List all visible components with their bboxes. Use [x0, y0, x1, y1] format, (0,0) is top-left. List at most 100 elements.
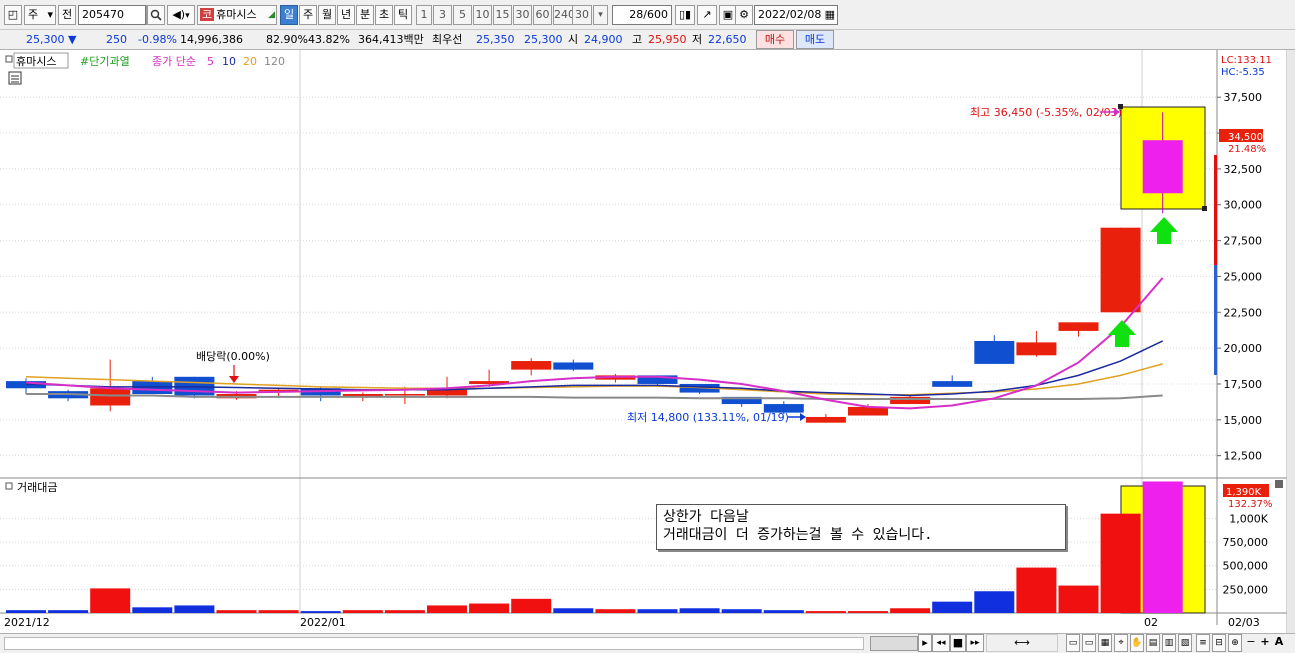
amount-bar[interactable]: [469, 603, 510, 613]
chart-icon[interactable]: ▤: [1146, 634, 1160, 652]
amount-bar[interactable]: [763, 610, 804, 613]
period-type-select[interactable]: 주 ▾: [24, 5, 56, 25]
crosshair-icon[interactable]: ⊕: [1228, 634, 1242, 652]
stack-icon[interactable]: ≡: [1196, 634, 1210, 652]
candle-body[interactable]: [1058, 322, 1099, 331]
hand-icon[interactable]: ✋: [1130, 634, 1144, 652]
amount-bar[interactable]: [890, 608, 931, 613]
interval-button[interactable]: 초: [375, 5, 393, 25]
minute-step-button[interactable]: 30: [513, 5, 532, 25]
amount-bar[interactable]: [174, 605, 215, 613]
amount-bar[interactable]: [132, 607, 173, 613]
gear-icon[interactable]: ⚙: [735, 5, 753, 25]
minute-step-button[interactable]: 10: [473, 5, 492, 25]
buy-button[interactable]: 매수: [756, 30, 794, 49]
close-panel-icon[interactable]: [1275, 480, 1283, 488]
horizontal-scrollbar[interactable]: [4, 637, 864, 650]
view-range-field[interactable]: 28/600: [612, 5, 672, 25]
interval-button[interactable]: 월: [318, 5, 336, 25]
candle-body[interactable]: [553, 362, 594, 370]
scrollbar-thumb[interactable]: [870, 636, 918, 651]
legend-ma10[interactable]: 10: [222, 55, 236, 68]
sound-icon[interactable]: ◀)▾: [167, 5, 195, 25]
zoom-in-button[interactable]: +: [1258, 634, 1272, 652]
fit-icon[interactable]: ⊟: [1212, 634, 1226, 652]
interval-button[interactable]: 일: [280, 5, 298, 25]
amount-bar[interactable]: [1016, 567, 1057, 613]
minute-step-button[interactable]: 3: [433, 5, 452, 25]
amount-bar[interactable]: [258, 610, 299, 613]
amount-bar[interactable]: [595, 609, 636, 613]
amount-bar[interactable]: [932, 601, 973, 613]
candle-icon[interactable]: ▯▮: [675, 5, 695, 25]
amount-bar[interactable]: [342, 610, 383, 613]
period-count-button[interactable]: 30: [572, 5, 592, 25]
amount-bar[interactable]: [721, 609, 762, 613]
chart-note[interactable]: 상한가 다음날 거래대금이 더 증가하는걸 볼 수 있습니다.: [656, 504, 1066, 550]
chart-icon[interactable]: ▥: [1162, 634, 1176, 652]
search-icon[interactable]: [147, 5, 165, 25]
amount-bar[interactable]: [553, 608, 594, 613]
font-size-button[interactable]: A: [1272, 634, 1286, 652]
amount-bar[interactable]: [6, 610, 46, 613]
resize-handle[interactable]: [1202, 206, 1207, 211]
amount-bar[interactable]: [300, 611, 341, 613]
candle-body[interactable]: [932, 381, 973, 387]
amount-bar[interactable]: [974, 591, 1015, 613]
layout-icon[interactable]: ▭: [1082, 634, 1096, 652]
amount-bar[interactable]: [805, 611, 846, 613]
amount-bar[interactable]: [90, 588, 131, 613]
minute-step-button[interactable]: 5: [453, 5, 472, 25]
prev-button[interactable]: 전: [58, 5, 76, 25]
tools-icon[interactable]: ↗: [697, 5, 717, 25]
interval-button[interactable]: 주: [299, 5, 317, 25]
chart-icon[interactable]: ▧: [1178, 634, 1192, 652]
date-field[interactable]: 2022/02/08 ▦: [754, 5, 838, 25]
zoom-slider[interactable]: ⟷: [986, 634, 1058, 652]
layout-icon[interactable]: ◰: [4, 5, 22, 25]
grid-icon[interactable]: ▦: [1098, 634, 1112, 652]
amount-bar[interactable]: [1142, 481, 1183, 613]
stock-code-input[interactable]: 205470: [78, 5, 146, 25]
layout-icon[interactable]: ▭: [1066, 634, 1080, 652]
candle-body[interactable]: [1142, 140, 1183, 194]
amount-bar[interactable]: [48, 610, 89, 613]
amount-bar[interactable]: [848, 611, 888, 613]
candle-body[interactable]: [890, 396, 931, 405]
stock-name-select[interactable]: 코 휴마시스 ◢: [197, 5, 277, 25]
legend-name[interactable]: 휴마시스: [16, 55, 56, 68]
price-chart[interactable]: 37,50035,00032,50030,00027,50025,00022,5…: [0, 50, 1295, 633]
minute-step-button[interactable]: 15: [493, 5, 512, 25]
legend-ma5[interactable]: 5: [207, 55, 214, 68]
candle-body[interactable]: [974, 340, 1015, 364]
chevron-down-icon[interactable]: ▾: [593, 5, 608, 25]
amount-bar[interactable]: [511, 598, 552, 613]
interval-button[interactable]: 분: [356, 5, 374, 25]
candle-body[interactable]: [1016, 342, 1057, 356]
amount-bar[interactable]: [384, 610, 425, 613]
amount-bar[interactable]: [679, 608, 720, 613]
interval-button[interactable]: 년: [337, 5, 355, 25]
play-icon[interactable]: ▸: [918, 634, 932, 652]
stop-icon[interactable]: ■: [950, 634, 966, 652]
zoom-out-button[interactable]: −: [1244, 634, 1258, 652]
minute-step-button[interactable]: 1: [416, 5, 432, 25]
rewind-icon[interactable]: ◂◂: [932, 634, 950, 652]
amount-bar[interactable]: [427, 605, 467, 613]
interval-button[interactable]: 틱: [394, 5, 412, 25]
amount-bar[interactable]: [1100, 513, 1141, 613]
candle-body[interactable]: [1100, 227, 1141, 313]
candle-body[interactable]: [805, 416, 846, 423]
legend-ma20[interactable]: 20: [243, 55, 257, 68]
calendar-icon[interactable]: ▦: [825, 6, 835, 24]
minute-step-button[interactable]: 60: [533, 5, 552, 25]
candle-body[interactable]: [90, 388, 131, 406]
amount-bar[interactable]: [216, 610, 257, 613]
candle-body[interactable]: [384, 394, 425, 396]
legend-ma120[interactable]: 120: [264, 55, 285, 68]
fast-forward-icon[interactable]: ▸▸: [966, 634, 984, 652]
sell-button[interactable]: 매도: [796, 30, 834, 49]
amount-bar[interactable]: [637, 609, 678, 613]
amount-bar[interactable]: [1058, 585, 1099, 613]
cursor-icon[interactable]: ⌖: [1114, 634, 1128, 652]
